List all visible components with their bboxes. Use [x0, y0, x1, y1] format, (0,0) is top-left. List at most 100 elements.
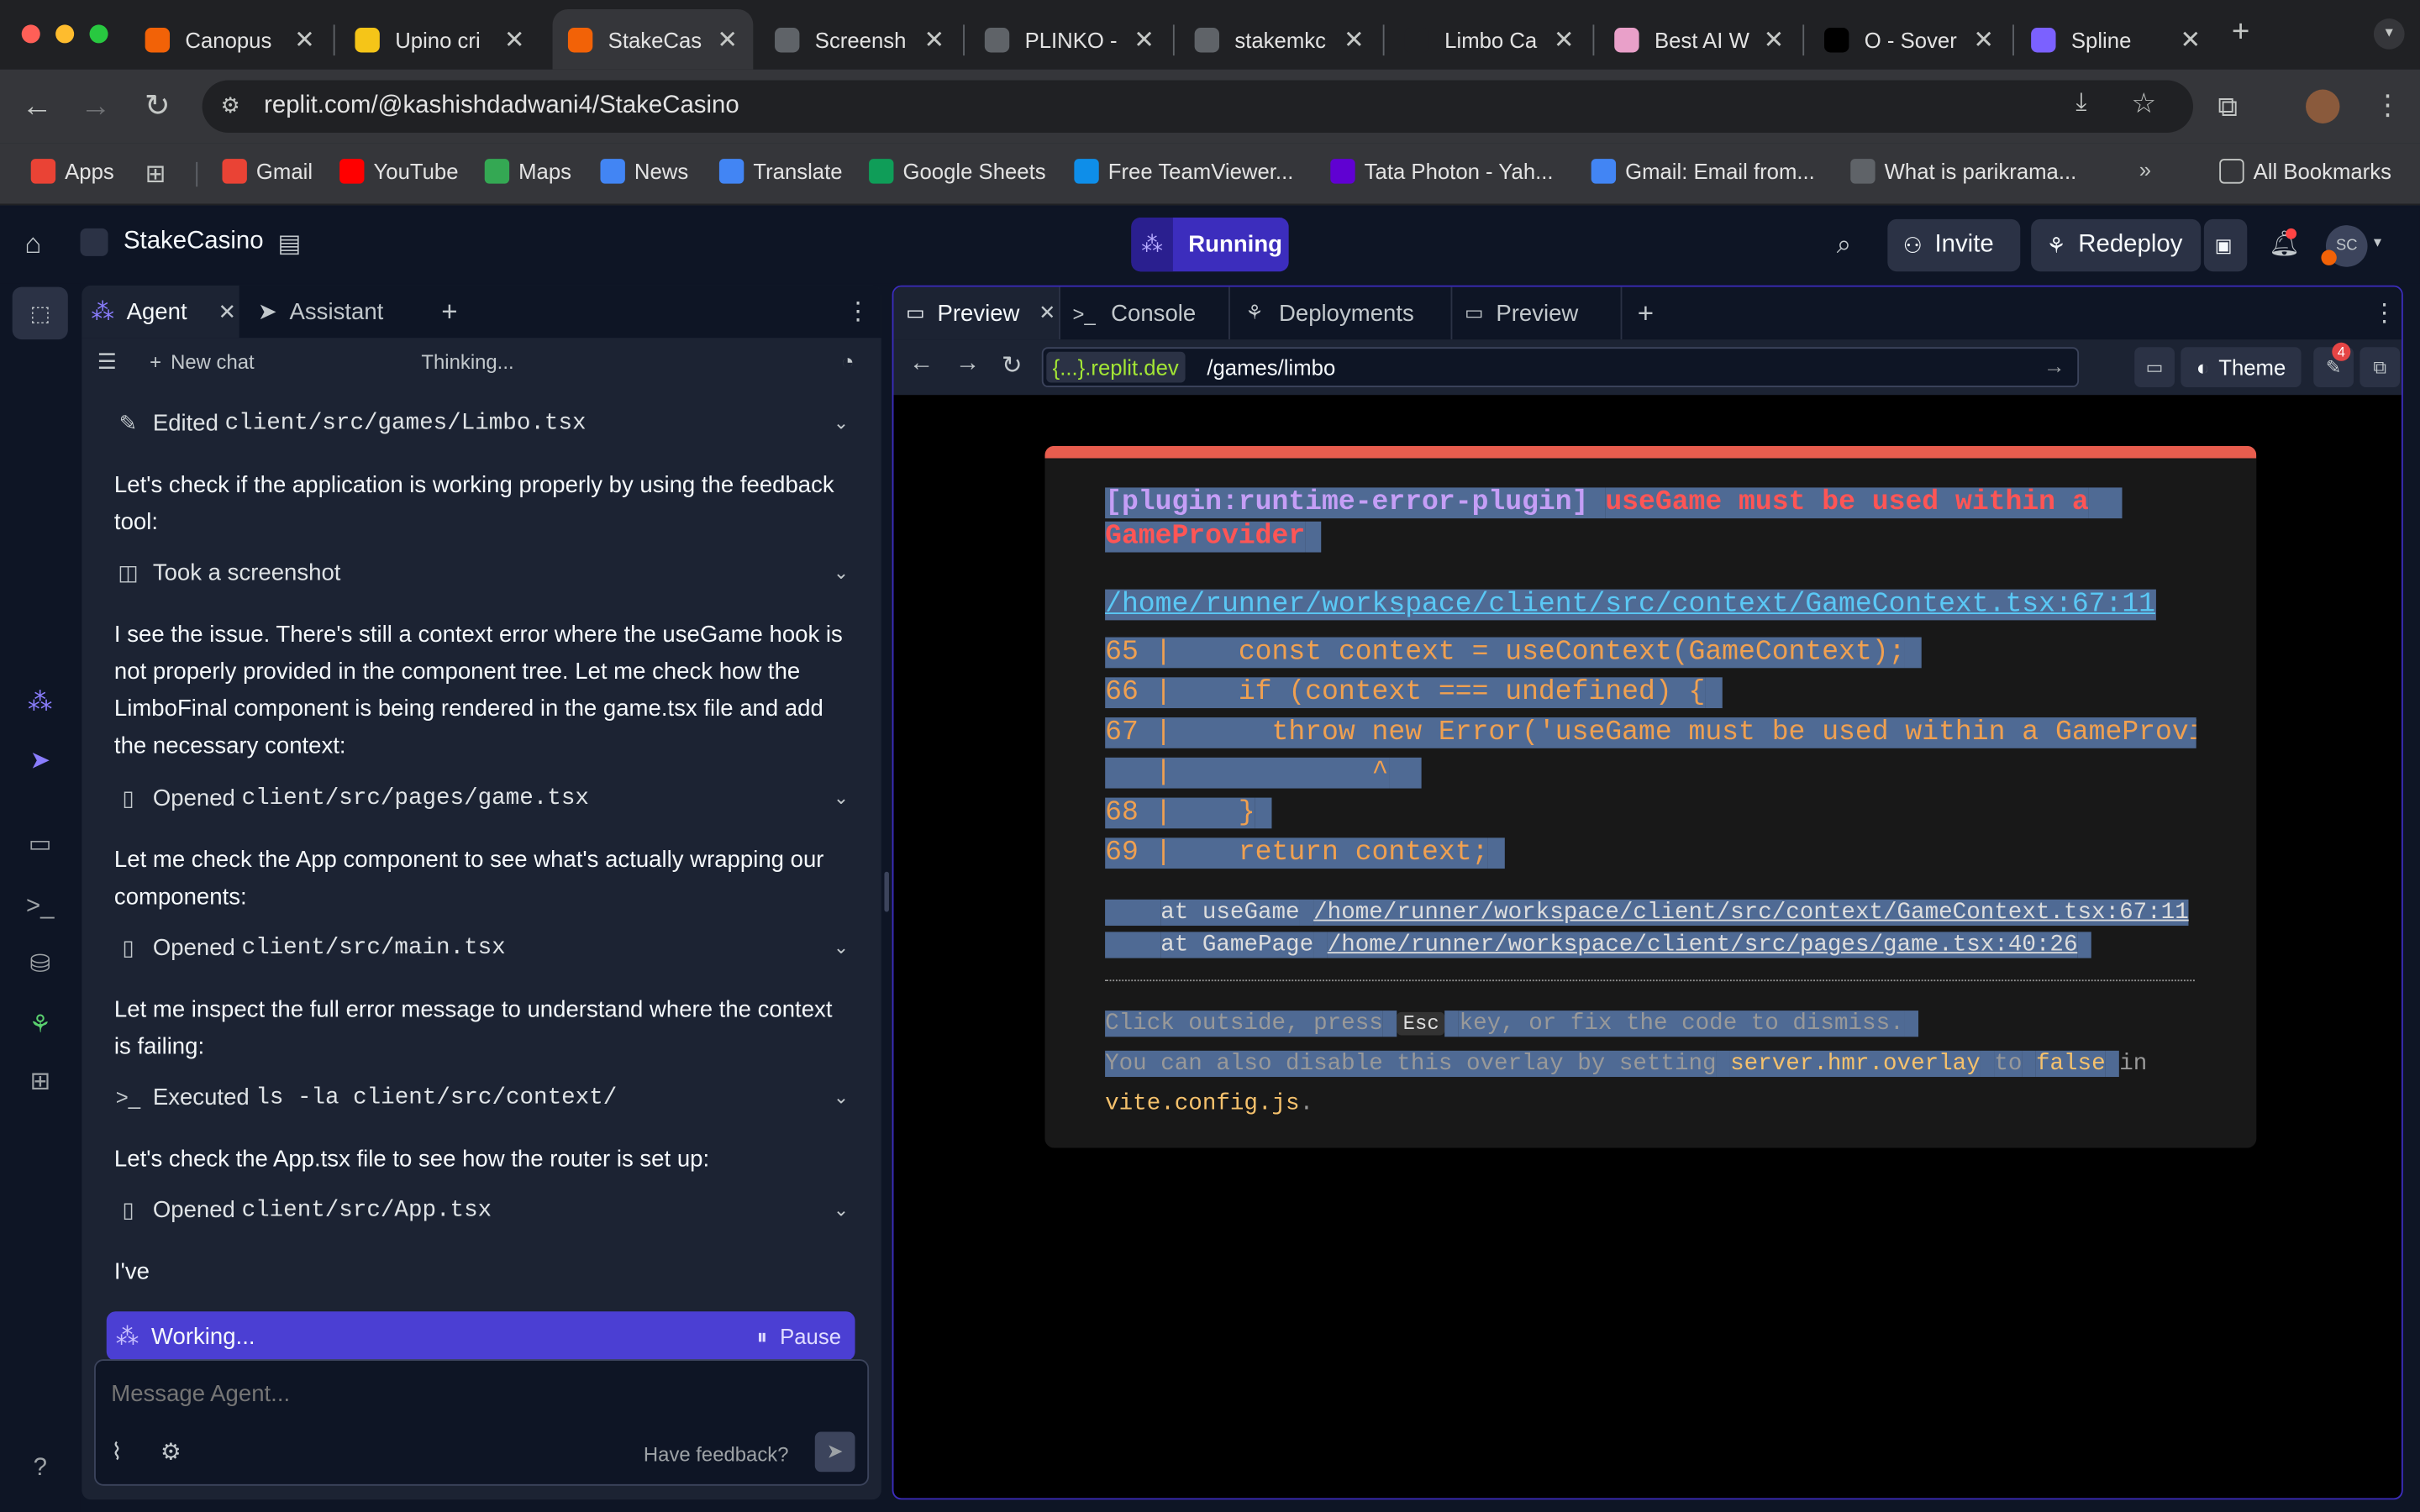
tab-deployments[interactable]: ⚘ Deployments	[1230, 286, 1453, 340]
bookmark-item[interactable]: Gmail: Email from...	[1591, 159, 1815, 184]
bookmark-item[interactable]: What is parikrama...	[1850, 159, 2076, 184]
action-executed-ls[interactable]: >_ Executed ls -la client/src/context/ ⌄	[114, 1077, 849, 1117]
profile-avatar[interactable]	[2306, 89, 2340, 123]
install-app-icon[interactable]: ⤓	[2075, 90, 2086, 118]
action-opened-main[interactable]: ▯ Opened client/src/main.tsx ⌄	[114, 927, 849, 968]
close-tab-icon[interactable]: ✕	[1554, 24, 1575, 55]
new-chat-button[interactable]: + New chat	[150, 350, 255, 374]
assistant-icon[interactable]: ➤	[22, 743, 59, 780]
bookmark-item[interactable]: News	[600, 159, 688, 184]
back-icon[interactable]: ←	[18, 88, 55, 125]
forward-icon[interactable]: →	[77, 88, 114, 125]
close-tab-icon[interactable]: ✕	[504, 24, 525, 55]
browser-tab[interactable]: StakeCas ✕	[552, 9, 754, 70]
toggle-panel-icon[interactable]: ⬚	[12, 286, 68, 340]
stack-frame-link[interactable]: /home/runner/workspace/client/src/contex…	[1313, 899, 2189, 927]
tab-preview[interactable]: ▭ Preview	[1452, 286, 1623, 340]
close-tab-icon[interactable]: ✕	[218, 298, 236, 324]
error-file-link[interactable]: /home/runner/workspace/client/src/contex…	[1105, 589, 2155, 621]
panel-resize-handle[interactable]	[884, 871, 889, 912]
redeploy-button[interactable]: ⚘ Redeploy	[2031, 218, 2202, 272]
reload-icon[interactable]: ↻	[139, 88, 176, 125]
feedback-link[interactable]: Have feedback?	[644, 1442, 789, 1466]
zoom-window-button[interactable]	[89, 24, 108, 44]
theme-button[interactable]: ◐ Theme	[2181, 347, 2302, 388]
send-icon[interactable]: ➤	[814, 1431, 855, 1473]
device-toggle-icon[interactable]: ▭	[2134, 347, 2175, 388]
tab-assistant[interactable]: ➤ Assistant	[249, 286, 422, 338]
add-tab-button[interactable]: +	[441, 286, 457, 338]
project-info-icon[interactable]: ▤	[278, 228, 302, 260]
reload-icon[interactable]: ↻	[1002, 350, 1023, 381]
all-bookmarks[interactable]: All Bookmarks	[2219, 159, 2391, 184]
browser-tab[interactable]: Screensh ✕	[760, 9, 960, 70]
extensions-icon[interactable]: ⧉	[2217, 91, 2238, 123]
help-icon[interactable]: ?	[22, 1451, 59, 1488]
action-opened-game[interactable]: ▯ Opened client/src/pages/game.tsx ⌄	[114, 778, 849, 818]
host-badge[interactable]: {...}.replit.dev	[1046, 351, 1186, 383]
home-icon[interactable]: ⌂	[24, 228, 41, 261]
browser-tab[interactable]: Spline ✕	[2016, 9, 2217, 70]
account-chevron-icon[interactable]: ▾	[2374, 234, 2381, 251]
chat-history-icon[interactable]: ☰	[97, 349, 117, 375]
shell-icon[interactable]: >_	[22, 889, 59, 926]
all-tools-icon[interactable]: ⊞	[22, 1064, 59, 1101]
close-tab-icon[interactable]: ✕	[2181, 24, 2202, 55]
close-tab-icon[interactable]: ✕	[1134, 24, 1155, 55]
close-tab-icon[interactable]: ✕	[1039, 301, 1055, 325]
message-input[interactable]	[111, 1376, 837, 1410]
bookmark-star-icon[interactable]: ☆	[2132, 88, 2157, 121]
browser-tab[interactable]: Canopus ✕	[129, 9, 330, 70]
project-switcher[interactable]: StakeCasino	[80, 228, 264, 256]
browser-tab[interactable]: stakemkc ✕	[1179, 9, 1380, 70]
close-tab-icon[interactable]: ✕	[717, 24, 738, 55]
multiplayer-button[interactable]: ▣	[2203, 218, 2248, 272]
action-edited-limbo[interactable]: ✎ Edited client/src/games/Limbo.tsx ⌄	[114, 402, 850, 443]
settings-icon[interactable]: ⚙	[160, 1438, 182, 1466]
close-tab-icon[interactable]: ✕	[294, 24, 315, 55]
action-opened-app[interactable]: ▯ Opened client/src/App.tsx ⌄	[114, 1189, 849, 1230]
go-arrow-icon[interactable]: →	[2044, 354, 2065, 378]
bookmark-item[interactable]: Translate	[718, 159, 843, 184]
close-tab-icon[interactable]: ✕	[1764, 24, 1785, 55]
stack-frame-link[interactable]: /home/runner/workspace/client/src/pages/…	[1327, 932, 2078, 958]
run-status-button[interactable]: ⁂ Running	[1131, 217, 1289, 272]
bookmark-item[interactable]: Tata Photon - Yah...	[1330, 159, 1554, 184]
agent-icon[interactable]: ⁂	[22, 685, 59, 722]
add-tab-button[interactable]: +	[1638, 287, 1654, 339]
bookmark-item[interactable]: Free TeamViewer...	[1074, 159, 1293, 184]
minimize-window-button[interactable]	[55, 24, 75, 44]
tab-preview-active[interactable]: ▭ Preview ✕	[893, 286, 1060, 340]
close-window-button[interactable]	[21, 24, 40, 44]
tab-console[interactable]: >_ Console	[1060, 286, 1230, 340]
forward-icon[interactable]: →	[955, 350, 980, 378]
site-info-icon[interactable]: ⚙	[221, 92, 240, 118]
tab-groups-icon[interactable]: ⊞	[145, 159, 166, 190]
open-new-tab-icon[interactable]: ⧉	[2360, 347, 2401, 388]
bookmark-item[interactable]: Apps	[30, 159, 114, 184]
webview-icon[interactable]: ▭	[22, 827, 59, 864]
close-tab-icon[interactable]: ✕	[1344, 24, 1365, 55]
database-icon[interactable]: ⛁	[22, 948, 59, 984]
close-tab-icon[interactable]: ✕	[1973, 24, 1994, 55]
attach-icon[interactable]: ⌇	[111, 1438, 122, 1466]
search-icon[interactable]: ⌕	[1837, 230, 1852, 261]
bookmark-item[interactable]: Google Sheets	[869, 159, 1046, 184]
pause-button[interactable]: ⏸︎ Pause	[757, 1323, 841, 1349]
panel-menu-icon[interactable]: ⋮	[2372, 287, 2396, 339]
close-tab-icon[interactable]: ✕	[923, 24, 944, 55]
address-bar[interactable]: ⚙ replit.com/@kashishdadwani4/StakeCasin…	[202, 80, 2193, 133]
browser-tab[interactable]: Upino cri ✕	[339, 9, 540, 70]
browser-tab[interactable]: Limbo Ca ✕	[1389, 9, 1590, 70]
tab-search-icon[interactable]: ▾	[2373, 18, 2405, 50]
invite-button[interactable]: ⚇ Invite	[1887, 218, 2021, 272]
action-took-screenshot[interactable]: ◫ Took a screenshot ⌄	[114, 553, 849, 593]
bookmark-item[interactable]: Maps	[484, 159, 571, 184]
back-icon[interactable]: ←	[909, 350, 934, 378]
panel-menu-icon[interactable]: ⋮	[846, 286, 871, 338]
preview-url-field[interactable]: {...}.replit.dev /games/limbo →	[1041, 347, 2080, 388]
usage-gauge-icon[interactable]: ◔	[841, 349, 855, 373]
error-overlay[interactable]: [plugin:runtime-error-plugin] useGame mu…	[1044, 445, 2257, 1148]
browser-tab[interactable]: Best AI W ✕	[1599, 9, 1800, 70]
new-tab-button[interactable]: +	[2232, 15, 2249, 50]
